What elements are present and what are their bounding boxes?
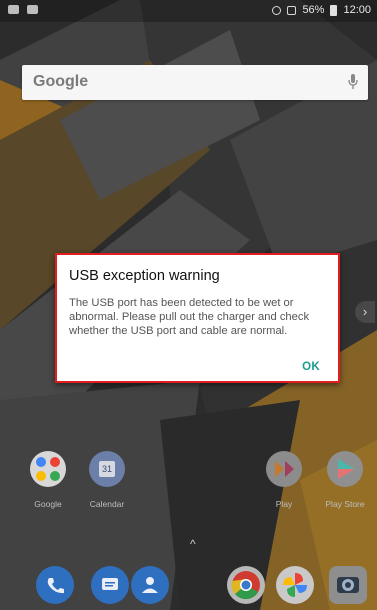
chrome-icon[interactable] [227,566,265,604]
dialog-message: The USB port has been detected to be wet… [69,297,310,337]
app-label-calendar: Calendar [89,499,125,509]
photos-icon[interactable] [276,566,314,604]
play-store-icon[interactable] [327,451,363,487]
usb-warning-dialog: USB exception warning The USB port has b… [55,253,340,383]
google-search-bar[interactable]: Google [22,65,368,100]
google-logo: Google [33,73,89,90]
contacts-icon[interactable] [131,566,169,604]
calendar-badge: 31 [99,461,115,477]
camera-icon[interactable] [329,566,367,604]
status-bar: 56% 12:00 [0,0,377,22]
google-folder-icon[interactable] [30,451,66,487]
status-time: 12:00 [343,4,371,16]
microphone-icon[interactable] [348,74,358,90]
battery-percent: 56% [302,4,325,16]
messages-icon[interactable] [91,566,129,604]
chevron-right-icon[interactable]: › [355,301,375,323]
battery-icon [330,4,338,16]
phone-icon[interactable] [36,566,74,604]
app-label-play: Play [275,499,293,509]
app-label-play-store: Play Store [325,499,365,509]
ok-button[interactable]: OK [302,361,320,373]
calendar-icon[interactable]: 31 [89,451,125,487]
play-icon[interactable] [266,451,302,487]
app-drawer-chevron-icon[interactable]: ^ [190,537,196,551]
notification-icon [27,5,38,14]
sync-icon [272,5,282,15]
signal-icon [287,5,297,15]
notification-icon [8,5,19,14]
dialog-title: USB exception warning [69,268,220,284]
